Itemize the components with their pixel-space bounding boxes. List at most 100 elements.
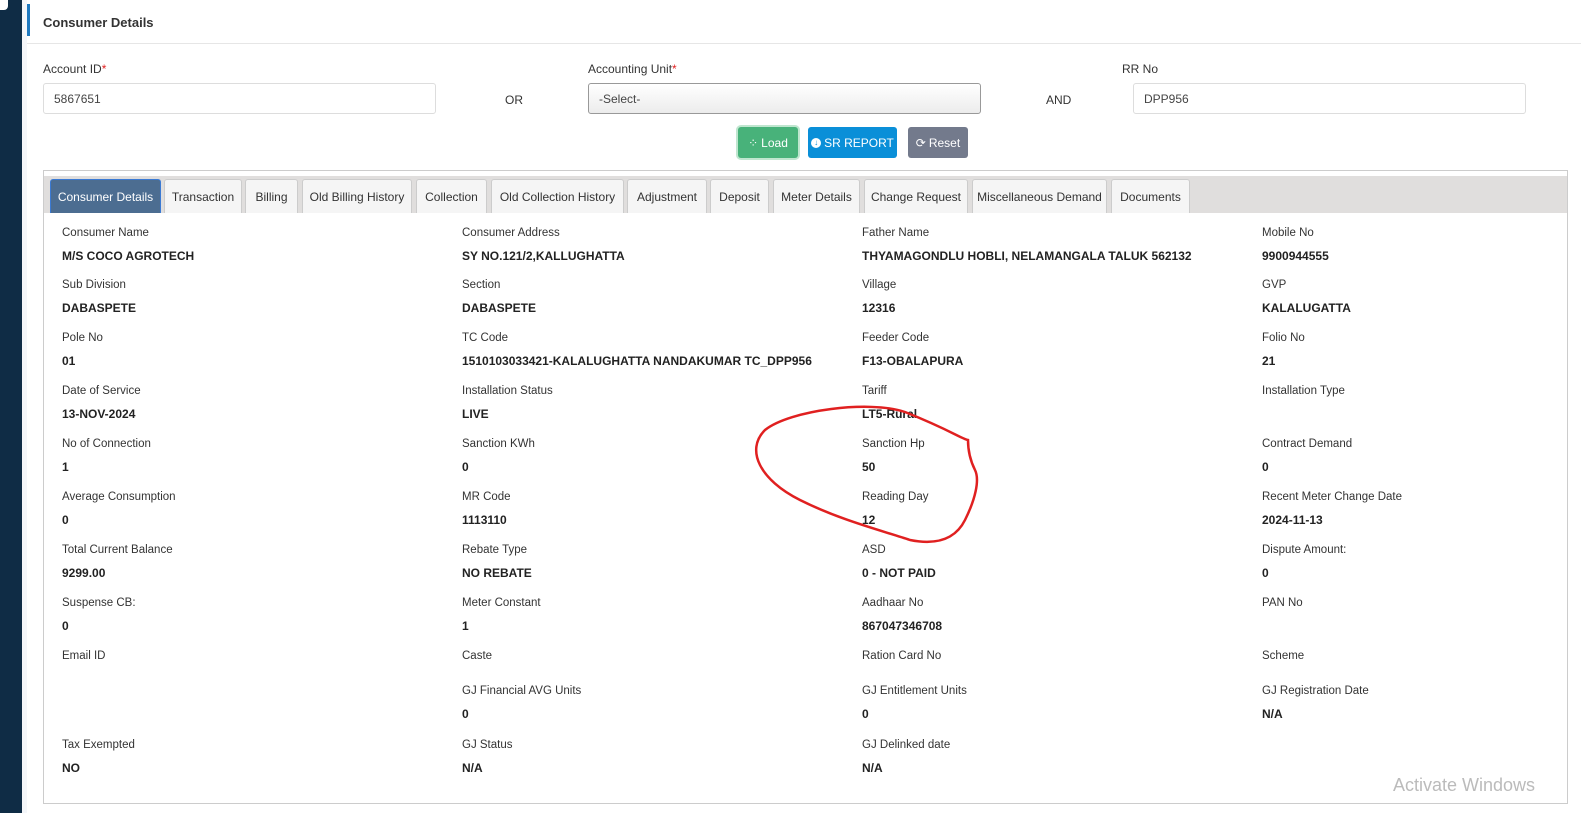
sr-report-button[interactable]: ↓ SR REPORT [808, 127, 897, 158]
field-installation-status: Installation Status LIVE [462, 385, 553, 421]
activate-windows-watermark: Activate Windows [1393, 775, 1536, 795]
field-meter-constant: Meter Constant 1 [462, 597, 541, 633]
field-label: Tariff [862, 385, 887, 397]
field-label: Total Current Balance [62, 544, 173, 556]
field-label: Meter Constant [462, 597, 541, 609]
field-value: THYAMAGONDLU HOBLI, NELAMANGALA TALUK 56… [862, 249, 1192, 263]
field-label: GJ Registration Date [1262, 685, 1369, 697]
field-value: 12 [862, 513, 876, 527]
field-label: Reading Day [862, 491, 929, 503]
field-ration-card-no: Ration Card No [862, 650, 941, 672]
field-contract-demand: Contract Demand 0 [1262, 438, 1352, 474]
field-label: Installation Type [1262, 385, 1345, 397]
field-caste: Caste [462, 650, 492, 672]
field-value: 0 [62, 513, 69, 527]
tab-transaction[interactable]: Transaction [164, 179, 242, 213]
field-pan-no: PAN No [1262, 597, 1303, 619]
field-recent-meter-change-date: Recent Meter Change Date 2024-11-13 [1262, 491, 1402, 527]
reset-label: Reset [928, 135, 961, 150]
field-label: Consumer Name [62, 227, 149, 239]
field-label: Installation Status [462, 385, 553, 397]
field-label: GJ Financial AVG Units [462, 685, 582, 697]
field-total-current-balance: Total Current Balance 9299.00 [62, 544, 173, 580]
field-tariff: Tariff LT5-Rural [862, 385, 917, 421]
tab-billing[interactable]: Billing [245, 179, 298, 213]
field-value: N/A [862, 761, 883, 775]
field-value: N/A [1262, 707, 1283, 721]
reset-button[interactable]: ⟳ Reset [908, 127, 968, 158]
field-label: Sanction KWh [462, 438, 535, 450]
field-gvp: GVP KALALUGATTA [1262, 279, 1351, 315]
field-label: PAN No [1262, 597, 1303, 609]
field-gj-financial-avg-units: GJ Financial AVG Units 0 [462, 685, 581, 721]
tab-adjustment[interactable]: Adjustment [627, 179, 707, 213]
field-consumer-address: Consumer Address SY NO.121/2,KALLUGHATTA [462, 227, 625, 263]
field-gj-status: GJ Status N/A [462, 739, 513, 775]
field-value: 0 [462, 460, 469, 474]
field-sanction-hp: Sanction Hp 50 [862, 438, 925, 474]
field-average-consumption: Average Consumption 0 [62, 491, 176, 527]
field-value: 0 [462, 707, 469, 721]
field-label: Ration Card No [862, 650, 942, 662]
field-label: Recent Meter Change Date [1262, 491, 1402, 503]
field-label: Consumer Address [462, 227, 560, 239]
field-sub-division: Sub Division DABASPETE [62, 279, 136, 315]
field-value: 0 - NOT PAID [862, 566, 936, 580]
field-label: GJ Delinked date [862, 739, 951, 751]
tab-meter-details[interactable]: Meter Details [773, 179, 860, 213]
details-panel: Consumer Details Transaction Billing Old Bi… [43, 170, 1568, 804]
tab-old-billing-history[interactable]: Old Billing History [302, 179, 412, 213]
field-aadhaar-no: Aadhaar No 867047346708 [862, 597, 942, 633]
field-label: Mobile No [1262, 227, 1314, 239]
tab-miscellaneous-demand[interactable]: Miscellaneous Demand [972, 179, 1107, 213]
header-accent [27, 4, 30, 36]
field-installation-type: Installation Type [1262, 385, 1345, 407]
field-label: Aadhaar No [862, 597, 924, 609]
spinner-icon: ⁘ [748, 135, 759, 150]
field-mr-code: MR Code 1113110 [462, 491, 511, 527]
field-value: KALALUGATTA [1262, 301, 1351, 315]
rr-no-label: RR No [1122, 62, 1159, 76]
field-date-of-service: Date of Service 13-NOV-2024 [62, 385, 141, 421]
field-label: Rebate Type [462, 544, 528, 556]
tab-collection[interactable]: Collection [416, 179, 487, 213]
field-label: Suspense CB: [62, 597, 136, 609]
rr-no-input[interactable]: DPP956 [1133, 83, 1526, 114]
field-value: 867047346708 [862, 619, 943, 633]
field-suspense-cb: Suspense CB: 0 [62, 597, 136, 633]
field-value: NO REBATE [462, 566, 532, 580]
sidebar-toggle[interactable] [0, 0, 8, 10]
field-label: Father Name [862, 227, 930, 239]
field-value: SY NO.121/2,KALLUGHATTA [462, 249, 625, 263]
load-button[interactable]: ⁘ Load [738, 127, 798, 158]
field-feeder-code: Feeder Code F13-OBALAPURA [862, 332, 963, 368]
field-label: Section [462, 279, 501, 291]
page-title: Consumer Details [43, 15, 154, 30]
tab-consumer-details[interactable]: Consumer Details [50, 179, 161, 213]
field-label: Scheme [1262, 650, 1305, 662]
tab-deposit[interactable]: Deposit [710, 179, 769, 213]
tab-documents[interactable]: Documents [1111, 179, 1190, 213]
field-value: 1113110 [462, 513, 507, 527]
field-no-of-connection: No of Connection 1 [62, 438, 151, 474]
field-tc-code: TC Code 1510103033421-KALALUGHATTA NANDAK… [462, 332, 812, 368]
divider [27, 43, 1581, 44]
tab-bar: Consumer Details Transaction Billing Old Bi… [44, 176, 1567, 213]
field-value: 0 [62, 619, 69, 633]
tab-old-collection-history[interactable]: Old Collection History [491, 179, 624, 213]
accounting-unit-label: Accounting Unit* [588, 62, 677, 76]
field-value: LT5-Rural [862, 407, 918, 421]
field-value: 12316 [862, 301, 896, 315]
accounting-unit-select[interactable]: -Select- [588, 83, 981, 114]
field-label: Feeder Code [862, 332, 930, 344]
field-value: 0 [1262, 566, 1269, 580]
field-value: NO [62, 761, 80, 775]
field-label: Email ID [62, 650, 106, 662]
field-label: Average Consumption [62, 491, 176, 503]
field-value: 50 [862, 460, 876, 474]
field-dispute-amount: Dispute Amount: 0 [1262, 544, 1346, 580]
field-label: Dispute Amount: [1262, 544, 1347, 556]
account-id-input[interactable]: 5867651 [43, 83, 436, 114]
left-sidebar [0, 0, 22, 813]
tab-change-request[interactable]: Change Request [864, 179, 968, 213]
